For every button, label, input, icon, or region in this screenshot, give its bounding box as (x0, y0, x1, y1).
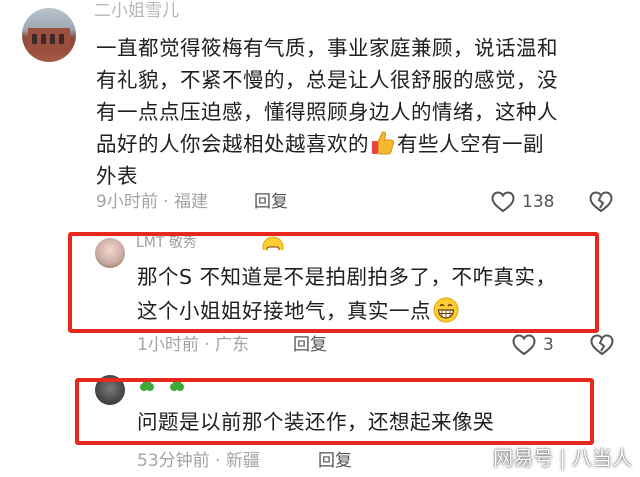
comment-text: 一直都觉得筱梅有气质，事业家庭兼顾，说话温和 有礼貌，不紧不慢的，总是让人很舒服… (96, 32, 626, 192)
reply-text-line: 那个S 不知道是不是拍剧拍多了，不咋真实， (137, 265, 557, 289)
comment-text-line: 一直都觉得筱梅有气质，事业家庭兼顾，说话温和 (96, 36, 558, 60)
dislike-icon[interactable] (589, 332, 615, 358)
reply-button[interactable]: 回复 (293, 331, 327, 359)
reply-button[interactable]: 回复 (318, 447, 352, 475)
watermark-separator: | (559, 446, 566, 470)
avatar[interactable] (22, 8, 76, 62)
grinning-face-icon (433, 297, 459, 323)
watermark-left: 网易号 (493, 446, 554, 470)
comment-text-fragment: 有些人空有一副 (397, 132, 544, 156)
watermark: 网易号 | 八当人 (493, 442, 632, 471)
reply-text: 问题是以前那个装还作，还想起来像哭 (137, 410, 494, 434)
comment-meta: 9小时前 · 福建 (96, 188, 208, 216)
reply-button[interactable]: 回复 (254, 188, 288, 216)
comment-text-line: 有礼貌，不紧不慢的，总是让人很舒服的感觉，没 (96, 68, 558, 92)
thumbs-up-icon (371, 130, 395, 156)
reply-text-fragment: 这个小姐姐好接地气，真实一点 (137, 299, 431, 323)
comment-text-line-with-emoji: 品好的人你会越相处越喜欢的 有些人空有一副 (96, 128, 626, 160)
comment-text-line: 有一点点压迫感，懂得照顾身边人的情绪，这种人 (96, 100, 558, 124)
comment-time-location: 9小时前 · 福建 (96, 192, 209, 212)
watermark-right: 八当人 (572, 446, 632, 470)
like-icon[interactable] (511, 332, 537, 358)
comment-text-fragment: 品好的人你会越相处越喜欢的 (96, 132, 369, 156)
reply-time-location: 1小时前 · 广东 (137, 335, 250, 355)
like-count: 3 (543, 335, 554, 355)
avatar-building-image (28, 28, 70, 54)
reply-text-line-with-emoji: 这个小姐姐好接地气，真实一点 (137, 295, 459, 327)
dislike-icon[interactable] (588, 189, 614, 215)
comment-username[interactable]: 二小姐雪儿 (94, 0, 179, 22)
like-count: 138 (522, 192, 555, 212)
reply-time-location: 53分钟前 · 新疆 (137, 451, 260, 471)
like-icon[interactable] (490, 189, 516, 215)
